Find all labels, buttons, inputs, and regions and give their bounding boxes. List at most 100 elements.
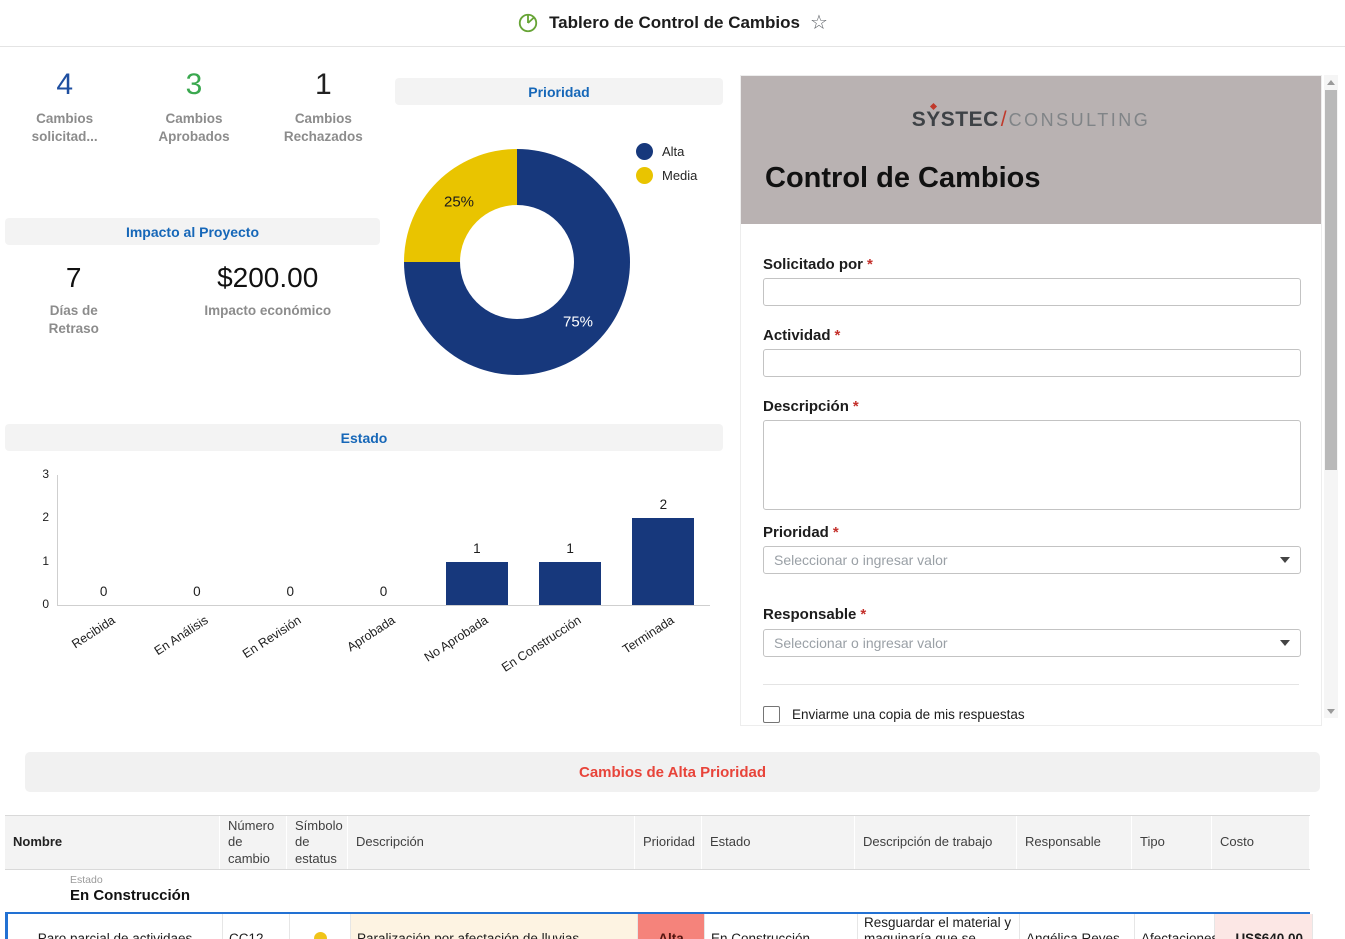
solicitado-por-field[interactable] (763, 278, 1301, 306)
select-placeholder: Seleccionar o ingresar valor (774, 635, 1280, 651)
select-placeholder: Seleccionar o ingresar valor (774, 552, 1280, 568)
dashboard-root: Tablero de Control de Cambios ☆ 4 Cambio… (0, 0, 1345, 939)
y-tick-label: 0 (23, 597, 49, 611)
col-numero-de-cambio: Número de cambio (220, 816, 287, 869)
required-asterisk: * (835, 327, 841, 344)
x-category-label: En Revisión (196, 613, 304, 690)
actividad-field[interactable] (763, 349, 1301, 377)
send-copy-label: Enviarme una copia de mis respuestas (792, 707, 1025, 722)
bar-terminada[interactable] (632, 518, 694, 605)
send-copy-checkbox[interactable] (763, 706, 780, 723)
col-costo: Costo (1212, 816, 1310, 869)
metric-dias-retraso[interactable]: 7 Días de Retraso (0, 262, 147, 337)
impact-metrics: 7 Días de Retraso $200.00 Impacto económ… (0, 262, 388, 337)
control-de-cambios-form: SYSTEC/CONSULTING Control de Cambios Sol… (740, 75, 1322, 726)
bar-value-label: 0 (84, 584, 124, 599)
col-estado: Estado (702, 816, 855, 869)
legend-item-alta[interactable]: Alta (636, 143, 697, 160)
estado-bar-chart[interactable]: 01230Recibida0En Análisis0En Revisión0Ap… (5, 462, 723, 677)
y-tick-label: 2 (23, 510, 49, 524)
cell-prioridad: Alta (638, 914, 705, 939)
required-asterisk: * (833, 524, 839, 541)
metric-value: $200.00 (147, 262, 388, 294)
kpi-cambios-rechazados[interactable]: 1 Cambios Rechazados (259, 68, 388, 145)
form-title: Control de Cambios (765, 162, 1041, 195)
col-tipo: Tipo (1132, 816, 1212, 869)
x-category-label: No Aprobada (382, 613, 490, 690)
table-header-row: Nombre Número de cambio Símbolo de estat… (5, 815, 1310, 870)
y-tick-label: 1 (23, 554, 49, 568)
kpi-cambios-solicitados[interactable]: 4 Cambios solicitad... (0, 68, 129, 145)
metric-label: Impacto económico (147, 302, 388, 320)
bar-value-label: 0 (364, 584, 404, 599)
bar-value-label: 1 (550, 541, 590, 556)
logo-suffix-text: CONSULTING (1009, 110, 1151, 130)
send-copy-row: Enviarme una copia de mis respuestas (763, 706, 1025, 723)
legend-label: Media (662, 168, 697, 183)
prioridad-donut-chart[interactable] (404, 149, 630, 375)
cell-estado: En Construcción (705, 914, 858, 939)
x-axis (57, 605, 710, 606)
kpi-value: 3 (129, 68, 258, 102)
label-descripcion: Descripción* (763, 398, 859, 415)
label-actividad: Actividad* (763, 327, 840, 344)
bar-en-construcción[interactable] (539, 562, 601, 605)
donut-label-alta: 75% (563, 314, 593, 331)
form-scrollbar[interactable] (1324, 75, 1338, 718)
kpi-row: 4 Cambios solicitad... 3 Cambios Aprobad… (0, 68, 388, 145)
col-prioridad: Prioridad (635, 816, 702, 869)
estado-chart-title: Estado (5, 424, 723, 451)
col-responsable: Responsable (1017, 816, 1132, 869)
cell-descripcion: Paralización por afectación de lluvias (351, 914, 638, 939)
cell-simbolo (290, 914, 351, 939)
bar-value-label: 0 (177, 584, 217, 599)
col-descripcion: Descripción (348, 816, 635, 869)
required-asterisk: * (867, 256, 873, 273)
col-nombre: Nombre (5, 816, 220, 869)
x-category-label: En Análisis (102, 613, 210, 690)
kpi-label: Cambios Aprobados (129, 110, 258, 145)
cell-numero: CC12 (223, 914, 290, 939)
kpi-label: Cambios Rechazados (259, 110, 388, 145)
label-solicitado-por: Solicitado por* (763, 256, 873, 273)
scroll-up-icon[interactable] (1324, 75, 1338, 89)
high-priority-table: Nombre Número de cambio Símbolo de estat… (5, 815, 1310, 939)
prioridad-select[interactable]: Seleccionar o ingresar valor (763, 546, 1301, 574)
high-priority-title: Cambios de Alta Prioridad (579, 764, 766, 781)
y-axis (57, 475, 58, 605)
bar-no-aprobada[interactable] (446, 562, 508, 605)
kpi-cambios-aprobados[interactable]: 3 Cambios Aprobados (129, 68, 258, 145)
x-category-label: Aprobada (289, 613, 397, 690)
required-asterisk: * (860, 606, 866, 623)
cell-responsable: Angélica Reyes (1020, 914, 1135, 939)
kpi-value: 1 (259, 68, 388, 102)
legend-item-media[interactable]: Media (636, 167, 697, 184)
systec-consulting-logo: SYSTEC/CONSULTING (741, 108, 1321, 132)
col-simbolo-de-estatus: Símbolo de estatus (287, 816, 348, 869)
donut-label-media: 25% (444, 194, 474, 211)
bar-value-label: 2 (643, 497, 683, 512)
metric-impacto-economico[interactable]: $200.00 Impacto económico (147, 262, 388, 337)
pie-chart-icon (517, 12, 539, 34)
scrollbar-thumb[interactable] (1325, 90, 1337, 470)
prioridad-chart-title: Prioridad (395, 78, 723, 105)
form-divider (763, 684, 1299, 685)
x-category-label: Terminada (569, 613, 677, 690)
impact-section-title: Impacto al Proyecto (5, 218, 380, 245)
descripcion-field[interactable] (763, 420, 1301, 510)
cell-nombre: Paro parcial de actividaes (8, 914, 223, 939)
logo-brand-text: SYSTEC (912, 108, 999, 131)
star-icon[interactable]: ☆ (810, 13, 828, 33)
logo-separator: / (1001, 108, 1007, 131)
bar-value-label: 0 (270, 584, 310, 599)
table-group-row[interactable]: Estado En Construcción (5, 870, 1310, 912)
scroll-down-icon[interactable] (1324, 704, 1338, 718)
kpi-label: Cambios solicitad... (0, 110, 129, 145)
required-asterisk: * (853, 398, 859, 415)
table-row[interactable]: Paro parcial de actividaes CC12 Paraliza… (5, 912, 1310, 939)
yellow-status-dot-icon (314, 932, 327, 939)
responsable-select[interactable]: Seleccionar o ingresar valor (763, 629, 1301, 657)
col-descripcion-de-trabajo: Descripción de trabajo (855, 816, 1017, 869)
legend-swatch (636, 167, 653, 184)
high-priority-section-header: Cambios de Alta Prioridad (25, 752, 1320, 792)
